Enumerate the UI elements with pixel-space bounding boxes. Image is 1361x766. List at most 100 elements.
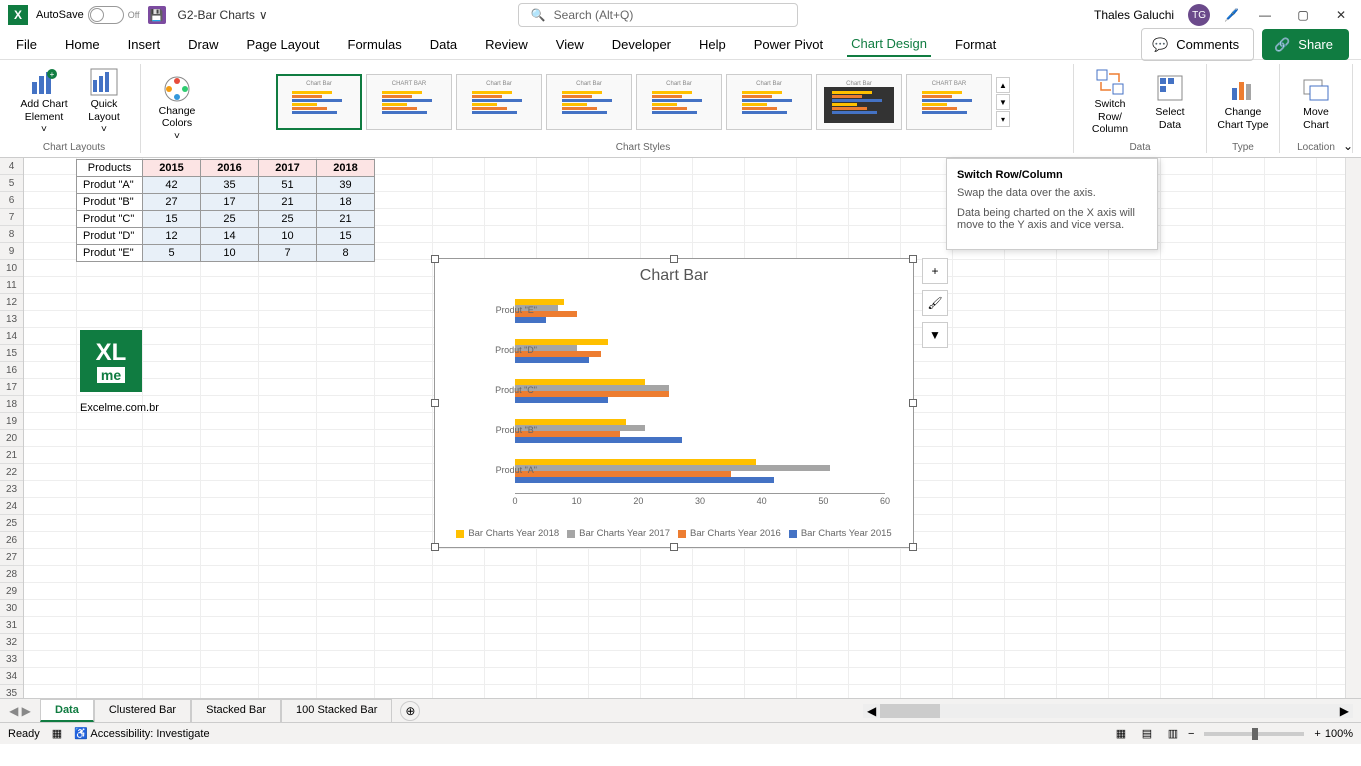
accessibility-status[interactable]: ♿ Accessibility: Investigate xyxy=(74,727,209,740)
legend-item[interactable]: Bar Charts Year 2015 xyxy=(789,528,892,539)
chart-title[interactable]: Chart Bar xyxy=(435,267,913,285)
zoom-level[interactable]: 100% xyxy=(1325,728,1353,740)
row-header[interactable]: 5 xyxy=(0,175,23,192)
row-header[interactable]: 13 xyxy=(0,311,23,328)
change-colors-button[interactable]: Change Colors ˅ xyxy=(149,73,205,145)
new-sheet-button[interactable]: ⊕ xyxy=(400,701,420,721)
chart-style-thumb[interactable]: Chart Bar xyxy=(726,74,812,130)
tab-power-pivot[interactable]: Power Pivot xyxy=(750,33,827,56)
comments-button[interactable]: 💬 Comments xyxy=(1141,28,1254,61)
share-button[interactable]: 🔗 Share xyxy=(1262,29,1349,60)
chart-style-thumb[interactable]: Chart Bar xyxy=(636,74,722,130)
data-table[interactable]: Products2015201620172018Produt "A"423551… xyxy=(76,159,375,262)
zoom-out-button[interactable]: − xyxy=(1188,728,1194,740)
mic-icon[interactable]: 🖊️ xyxy=(1224,8,1239,22)
chart-style-thumb[interactable]: Chart Bar xyxy=(276,74,362,130)
row-header[interactable]: 25 xyxy=(0,515,23,532)
tab-format[interactable]: Format xyxy=(951,33,1000,56)
row-header[interactable]: 31 xyxy=(0,617,23,634)
maximize-button[interactable]: ▢ xyxy=(1291,3,1315,27)
chart-style-thumb[interactable]: Chart Bar xyxy=(546,74,632,130)
row-header[interactable]: 21 xyxy=(0,447,23,464)
sheet-tab[interactable]: Clustered Bar xyxy=(94,699,191,722)
row-header[interactable]: 27 xyxy=(0,549,23,566)
tab-formulas[interactable]: Formulas xyxy=(344,33,406,56)
filename-dropdown[interactable]: G2-Bar Charts∨ xyxy=(178,8,268,22)
sheet-tab[interactable]: Data xyxy=(40,699,94,722)
chart-style-thumb[interactable]: CHART BAR xyxy=(906,74,992,130)
row-header[interactable]: 26 xyxy=(0,532,23,549)
legend-item[interactable]: Bar Charts Year 2018 xyxy=(456,528,559,539)
tab-draw[interactable]: Draw xyxy=(184,33,222,56)
zoom-in-button[interactable]: + xyxy=(1314,728,1320,740)
macro-icon[interactable]: ▦ xyxy=(52,727,62,740)
tab-review[interactable]: Review xyxy=(481,33,532,56)
tab-developer[interactable]: Developer xyxy=(608,33,675,56)
styles-more[interactable]: ▾ xyxy=(996,111,1010,127)
row-header[interactable]: 23 xyxy=(0,481,23,498)
row-header[interactable]: 30 xyxy=(0,600,23,617)
add-chart-element-button[interactable]: + Add Chart Element ˅ xyxy=(16,66,72,138)
row-header[interactable]: 9 xyxy=(0,243,23,260)
row-header[interactable]: 20 xyxy=(0,430,23,447)
chart-filters-button[interactable]: ▼ xyxy=(922,322,948,348)
select-data-button[interactable]: Select Data xyxy=(1142,66,1198,138)
tab-home[interactable]: Home xyxy=(61,33,104,56)
styles-down[interactable]: ▼ xyxy=(996,94,1010,110)
chart-style-thumb[interactable]: Chart Bar xyxy=(456,74,542,130)
vertical-scrollbar[interactable] xyxy=(1345,158,1361,722)
tab-page-layout[interactable]: Page Layout xyxy=(243,33,324,56)
row-header[interactable]: 12 xyxy=(0,294,23,311)
chart-legend[interactable]: Bar Charts Year 2018 Bar Charts Year 2017… xyxy=(435,528,913,539)
close-button[interactable]: ✕ xyxy=(1329,3,1353,27)
switch-row-column-button[interactable]: Switch Row/ Column xyxy=(1082,66,1138,138)
minimize-button[interactable]: — xyxy=(1253,3,1277,27)
row-header[interactable]: 18 xyxy=(0,396,23,413)
legend-item[interactable]: Bar Charts Year 2017 xyxy=(567,528,670,539)
row-header[interactable]: 29 xyxy=(0,583,23,600)
row-header[interactable]: 33 xyxy=(0,651,23,668)
chart-style-thumb[interactable]: Chart Bar xyxy=(816,74,902,130)
row-header[interactable]: 17 xyxy=(0,379,23,396)
chart-style-thumb[interactable]: CHART BAR xyxy=(366,74,452,130)
autosave-toggle[interactable]: AutoSave Off xyxy=(36,6,140,24)
quick-layout-button[interactable]: Quick Layout ˅ xyxy=(76,66,132,138)
row-header[interactable]: 6 xyxy=(0,192,23,209)
chart-styles-button[interactable]: 🖌 xyxy=(922,290,948,316)
legend-item[interactable]: Bar Charts Year 2016 xyxy=(678,528,781,539)
embedded-chart[interactable]: Chart Bar 0102030405060 Bar Charts Year … xyxy=(434,258,914,548)
change-chart-type-button[interactable]: Change Chart Type xyxy=(1215,66,1271,138)
row-header[interactable]: 8 xyxy=(0,226,23,243)
page-layout-view-button[interactable]: ▤ xyxy=(1136,725,1158,743)
move-chart-button[interactable]: Move Chart xyxy=(1288,66,1344,138)
sheet-tab[interactable]: 100 Stacked Bar xyxy=(281,699,392,722)
row-header[interactable]: 19 xyxy=(0,413,23,430)
page-break-view-button[interactable]: ▥ xyxy=(1162,725,1184,743)
row-header[interactable]: 15 xyxy=(0,345,23,362)
row-header[interactable]: 14 xyxy=(0,328,23,345)
cells-grid[interactable]: Products2015201620172018Produt "A"423551… xyxy=(24,158,1361,698)
row-header[interactable]: 32 xyxy=(0,634,23,651)
avatar[interactable]: TG xyxy=(1188,4,1210,26)
zoom-slider[interactable] xyxy=(1204,732,1304,736)
normal-view-button[interactable]: ▦ xyxy=(1110,725,1132,743)
tab-help[interactable]: Help xyxy=(695,33,730,56)
sheet-tab[interactable]: Stacked Bar xyxy=(191,699,281,722)
row-header[interactable]: 4 xyxy=(0,158,23,175)
tab-insert[interactable]: Insert xyxy=(124,33,165,56)
row-header[interactable]: 34 xyxy=(0,668,23,685)
row-header[interactable]: 10 xyxy=(0,260,23,277)
tab-chart-design[interactable]: Chart Design xyxy=(847,32,931,57)
search-input[interactable]: 🔍 Search (Alt+Q) xyxy=(518,3,798,27)
row-header[interactable]: 16 xyxy=(0,362,23,379)
row-header[interactable]: 11 xyxy=(0,277,23,294)
row-header[interactable]: 24 xyxy=(0,498,23,515)
row-header[interactable]: 7 xyxy=(0,209,23,226)
chart-elements-button[interactable]: + xyxy=(922,258,948,284)
tab-view[interactable]: View xyxy=(552,33,588,56)
horizontal-scrollbar[interactable]: ◀▶ xyxy=(863,704,1353,718)
save-icon[interactable]: 💾 xyxy=(148,6,166,24)
row-header[interactable]: 22 xyxy=(0,464,23,481)
row-header[interactable]: 28 xyxy=(0,566,23,583)
styles-up[interactable]: ▲ xyxy=(996,77,1010,93)
